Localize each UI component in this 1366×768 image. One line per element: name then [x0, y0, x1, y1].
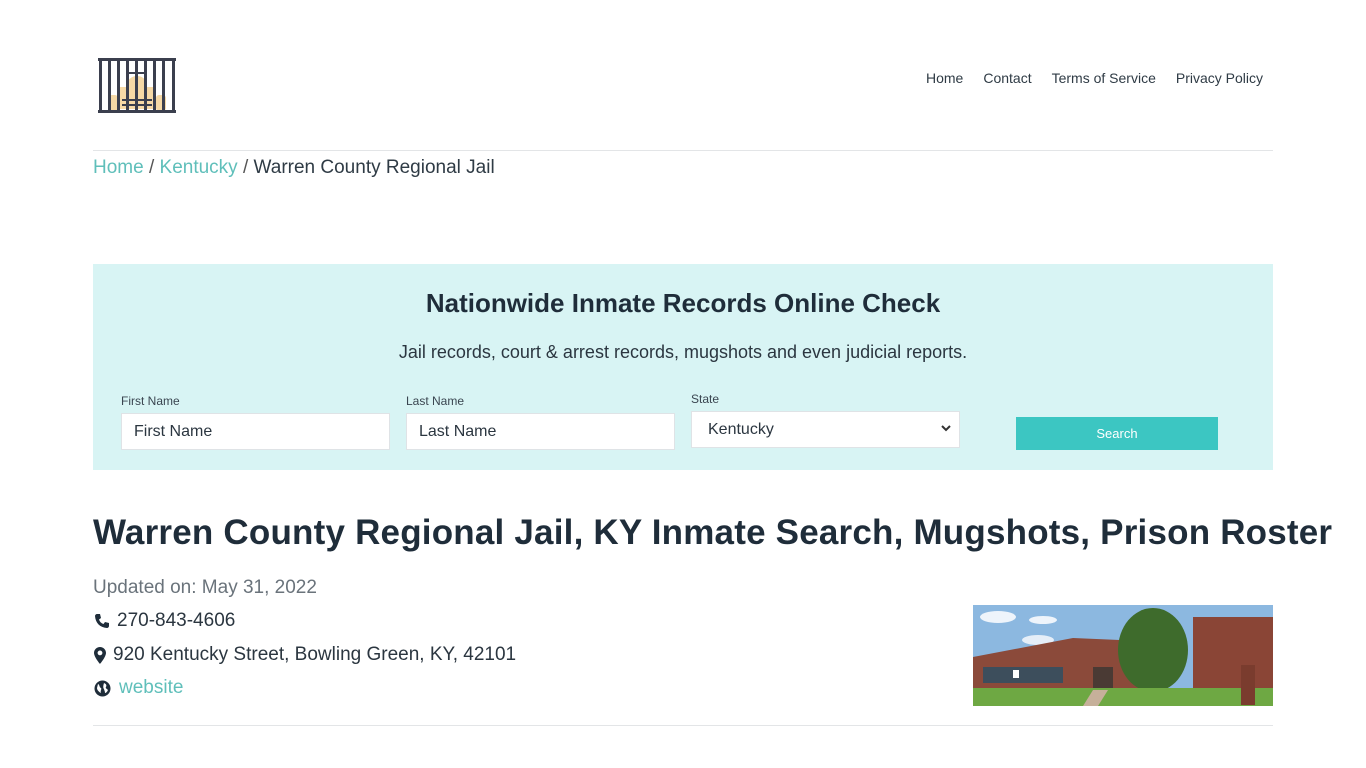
state-select[interactable]: Kentucky	[691, 411, 960, 448]
nav-contact[interactable]: Contact	[983, 68, 1031, 88]
map-marker-icon	[93, 646, 107, 664]
last-name-placeholder: Last Name	[419, 422, 497, 440]
last-name-input[interactable]: Last Name	[406, 413, 675, 450]
nav-terms-of-service[interactable]: Terms of Service	[1052, 68, 1156, 88]
updated-date: Updated on: May 31, 2022	[93, 577, 317, 598]
first-name-placeholder: First Name	[134, 422, 213, 440]
facility-photo	[973, 605, 1273, 706]
website-link[interactable]: website	[119, 677, 183, 699]
last-name-label: Last Name	[406, 394, 465, 408]
phone-row: 270-843-4606	[93, 610, 235, 632]
site-logo[interactable]	[98, 57, 176, 115]
header-divider	[93, 150, 1273, 151]
nav-home[interactable]: Home	[926, 68, 963, 88]
search-subtitle: Jail records, court & arrest records, mu…	[398, 342, 968, 362]
phone-icon	[93, 613, 111, 629]
state-selected-value: Kentucky	[708, 420, 774, 438]
inmate-search-panel: Nationwide Inmate Records Online Check J…	[93, 264, 1273, 470]
search-button[interactable]: Search	[1016, 417, 1218, 450]
main-nav: Home Contact Terms of Service Privacy Po…	[906, 68, 1263, 88]
search-title: Nationwide Inmate Records Online Check	[425, 288, 941, 318]
breadcrumb: Home / Kentucky / Warren County Regional…	[93, 156, 495, 180]
first-name-label: First Name	[121, 394, 180, 408]
breadcrumb-current: Warren County Regional Jail	[253, 157, 495, 178]
address-row: 920 Kentucky Street, Bowling Green, KY, …	[93, 644, 516, 666]
address: 920 Kentucky Street, Bowling Green, KY, …	[113, 644, 517, 665]
page-title: Warren County Regional Jail, KY Inmate S…	[93, 513, 1333, 552]
breadcrumb-separator: /	[242, 157, 249, 178]
first-name-input[interactable]: First Name	[121, 413, 390, 450]
chevron-down-icon	[941, 422, 951, 437]
breadcrumb-home[interactable]: Home	[93, 157, 144, 178]
breadcrumb-kentucky[interactable]: Kentucky	[160, 157, 238, 178]
content-divider	[93, 725, 1273, 726]
globe-icon	[93, 680, 111, 697]
nav-privacy-policy[interactable]: Privacy Policy	[1176, 68, 1263, 88]
breadcrumb-separator: /	[148, 157, 155, 178]
website-row: website	[93, 677, 183, 699]
phone-number[interactable]: 270-843-4606	[117, 610, 235, 632]
jail-cell-icon	[98, 58, 176, 113]
state-label: State	[691, 392, 720, 406]
